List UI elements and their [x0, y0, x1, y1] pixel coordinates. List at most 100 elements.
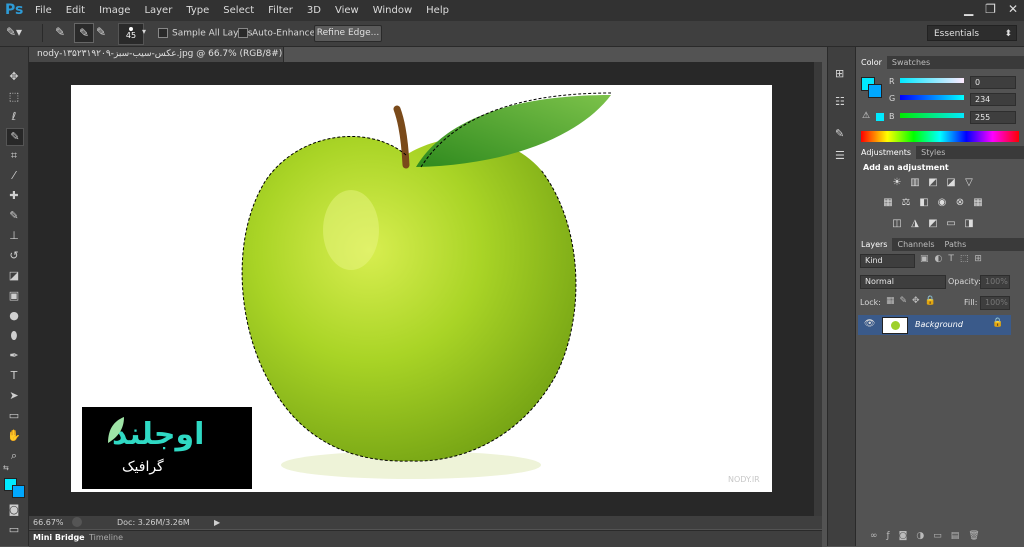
threshold-icon[interactable]: ◩ [927, 218, 939, 230]
vertical-scrollbar[interactable] [814, 62, 822, 516]
workspace-select[interactable]: Essentials ⬍ [927, 25, 1017, 41]
posterize-icon[interactable]: ◮ [909, 218, 921, 230]
tab-mini-bridge[interactable]: Mini Bridge [33, 533, 85, 542]
status-menu-arrow-icon[interactable]: ▶ [214, 516, 220, 529]
tab-swatches[interactable]: Swatches [887, 56, 935, 69]
quick-selection-tool-icon[interactable]: ✎ [6, 128, 24, 146]
clone-stamp-icon[interactable]: ⊥ [6, 228, 22, 244]
blue-value[interactable]: 255 [970, 111, 1016, 124]
zoom-tool-icon[interactable]: ⌕ [6, 448, 22, 464]
opacity-field[interactable]: 100% [980, 275, 1010, 289]
eraser-tool-icon[interactable]: ◪ [6, 268, 22, 284]
fill-field[interactable]: 100% [980, 296, 1010, 310]
brush-picker[interactable]: 45 [118, 23, 144, 45]
minimize-icon[interactable]: ▁ [964, 2, 973, 16]
gradient-map-icon[interactable]: ▭ [945, 218, 957, 230]
tab-channels[interactable]: Channels [892, 238, 939, 251]
selective-color-icon[interactable]: ◨ [963, 218, 975, 230]
color-lookup-icon[interactable]: ▦ [972, 197, 984, 209]
menu-type[interactable]: Type [179, 0, 216, 21]
blur-tool-icon[interactable]: ● [6, 308, 22, 324]
menu-select[interactable]: Select [216, 0, 261, 21]
levels-icon[interactable]: ▥ [909, 177, 921, 189]
brush-tool-icon[interactable]: ✎ [6, 208, 22, 224]
layer-row-background[interactable]: 👁 Background 🔒 [858, 315, 1011, 335]
visibility-eye-icon[interactable]: 👁 [864, 319, 875, 329]
pen-tool-icon[interactable]: ✒ [6, 348, 22, 364]
screen-mode-icon[interactable]: ▭ [6, 522, 22, 538]
move-tool-icon[interactable]: ✥ [6, 69, 22, 85]
menu-file[interactable]: File [28, 0, 59, 21]
blend-mode-select[interactable]: Normal [860, 275, 946, 289]
photo-filter-icon[interactable]: ◉ [936, 197, 948, 209]
menu-layer[interactable]: Layer [137, 0, 179, 21]
color-bg-swatch[interactable] [868, 84, 882, 98]
tab-paths[interactable]: Paths [940, 238, 972, 251]
tab-layers[interactable]: Layers [856, 238, 893, 251]
new-selection-icon[interactable]: ✎ [55, 25, 65, 39]
menu-window[interactable]: Window [366, 0, 419, 21]
history-brush-icon[interactable]: ↺ [6, 248, 22, 264]
properties-panel-icon[interactable]: ☷ [835, 95, 845, 108]
invert-icon[interactable]: ◫ [891, 218, 903, 230]
auto-enhance-checkbox[interactable] [238, 28, 248, 38]
green-value[interactable]: 234 [970, 93, 1016, 106]
color-balance-icon[interactable]: ⚖ [900, 197, 912, 209]
swap-colors-icon[interactable]: ⇆ [3, 464, 9, 472]
tab-adjustments[interactable]: Adjustments [856, 146, 917, 159]
quick-selection-preset-icon[interactable]: ✎▾ [6, 25, 22, 39]
kind-filter-select[interactable]: Kind [860, 254, 915, 268]
vibrance-icon[interactable]: ▽ [963, 177, 975, 189]
refine-edge-button[interactable]: Refine Edge... [314, 25, 382, 42]
subtract-selection-icon[interactable]: ✎ [96, 25, 106, 39]
channel-mixer-icon[interactable]: ⊗ [954, 197, 966, 209]
quick-mask-icon[interactable]: ◙ [6, 502, 22, 518]
auto-enhance-option[interactable]: Auto-Enhance [238, 28, 315, 39]
sample-all-layers-checkbox[interactable] [158, 28, 168, 38]
eyedropper-tool-icon[interactable]: ⁄ [6, 168, 22, 184]
brightness-icon[interactable]: ☀ [891, 177, 903, 189]
add-to-selection-icon[interactable]: ✎ [74, 23, 94, 43]
menu-3d[interactable]: 3D [300, 0, 328, 21]
filter-icons[interactable]: ▣◐T⬚⊞ [920, 254, 988, 264]
marquee-tool-icon[interactable]: ⬚ [6, 89, 22, 105]
exposure-icon[interactable]: ◪ [945, 177, 957, 189]
hue-saturation-icon[interactable]: ▦ [882, 197, 894, 209]
zoom-level[interactable]: 66.67% [33, 516, 64, 529]
path-selection-icon[interactable]: ➤ [6, 388, 22, 404]
lock-icons[interactable]: ▦✎✥🔒 [886, 296, 941, 306]
type-tool-icon[interactable]: T [6, 368, 22, 384]
history-panel-icon[interactable]: ⊞ [835, 67, 844, 80]
healing-brush-icon[interactable]: ✚ [6, 188, 22, 204]
restore-icon[interactable]: ❐ [985, 2, 996, 16]
red-value[interactable]: 0 [970, 76, 1016, 89]
color-spectrum[interactable] [861, 131, 1019, 142]
tab-styles[interactable]: Styles [916, 146, 950, 159]
gradient-tool-icon[interactable]: ▣ [6, 288, 22, 304]
gamut-swatch[interactable] [876, 113, 884, 121]
tab-color[interactable]: Color [856, 56, 887, 69]
menu-help[interactable]: Help [419, 0, 456, 21]
blue-slider[interactable] [900, 113, 964, 118]
lasso-tool-icon[interactable]: ℓ [6, 109, 22, 125]
document-tab[interactable]: nody-۱۳۵۲۳۱۹۲۰۹-عکس-سیب-سبز.jpg @ 66.7% … [29, 47, 284, 62]
background-color-swatch[interactable] [12, 485, 25, 498]
gamut-warning-icon[interactable]: ⚠ [862, 111, 870, 121]
curves-icon[interactable]: ◩ [927, 177, 939, 189]
black-white-icon[interactable]: ◧ [918, 197, 930, 209]
brush-picker-arrow-icon[interactable]: ▾ [142, 27, 146, 36]
red-slider[interactable] [900, 78, 964, 83]
brush-panel-icon[interactable]: ✎ [835, 127, 844, 140]
menu-filter[interactable]: Filter [261, 0, 300, 21]
tool-presets-icon[interactable]: ☰ [835, 149, 845, 162]
menu-view[interactable]: View [328, 0, 366, 21]
layer-name[interactable]: Background [915, 320, 963, 329]
close-icon[interactable]: ✕ [1008, 2, 1018, 16]
crop-tool-icon[interactable]: ⌗ [6, 148, 22, 164]
shape-tool-icon[interactable]: ▭ [6, 408, 22, 424]
status-info-icon[interactable] [72, 517, 82, 527]
green-slider[interactable] [900, 95, 964, 100]
hand-tool-icon[interactable]: ✋ [6, 428, 22, 444]
layer-footer-icons[interactable]: ∞ƒ◙◑▭▤🗑 [870, 531, 989, 541]
menu-edit[interactable]: Edit [59, 0, 92, 21]
